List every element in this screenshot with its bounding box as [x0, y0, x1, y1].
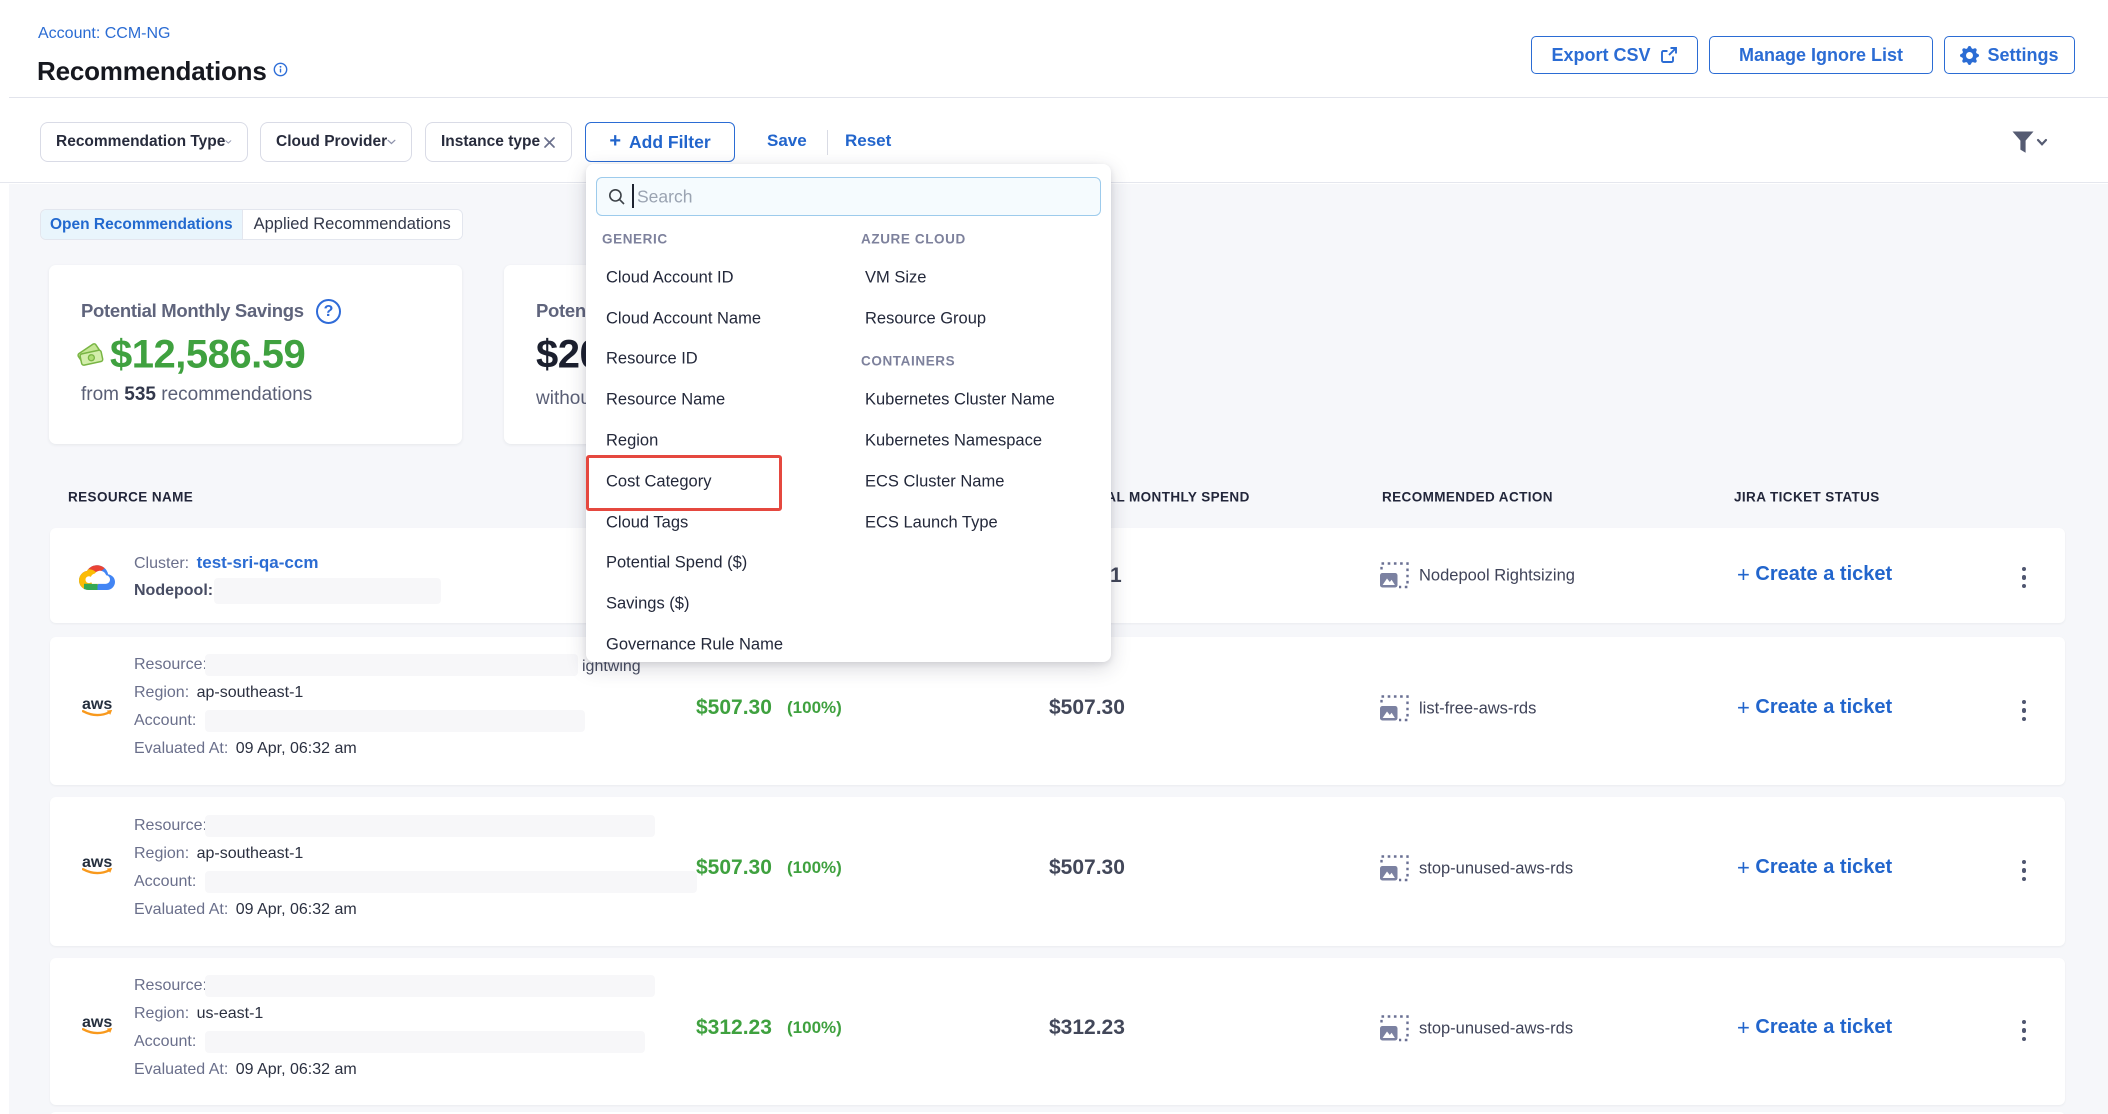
svg-text:aws: aws [82, 1014, 112, 1031]
svg-text:aws: aws [82, 854, 112, 871]
svg-text:aws: aws [82, 696, 112, 713]
